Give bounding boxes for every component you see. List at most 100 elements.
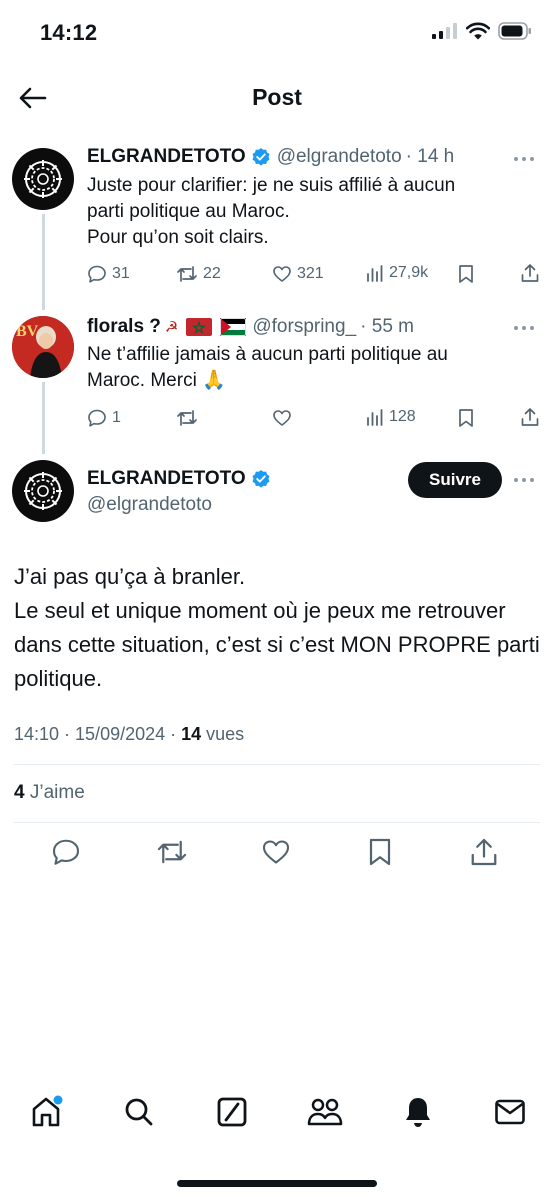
retweet-button[interactable]	[152, 832, 192, 872]
thread-line	[42, 214, 45, 310]
status-icons	[432, 22, 532, 40]
retweet-icon	[157, 840, 187, 864]
avatar[interactable]	[12, 148, 74, 210]
logo-icon	[24, 472, 62, 510]
analytics-icon	[367, 265, 383, 282]
post-meta: 14:10 · 15/09/2024 · 14 vues	[14, 724, 244, 745]
main-post-text: J’ai pas qu’ça à branler. Le seul et uni…	[14, 560, 544, 696]
tweet-body: Juste pour clarifier: je ne suis affilié…	[87, 173, 537, 251]
author-handle[interactable]: @forspring_	[252, 316, 356, 338]
tweet-body: Ne t’affilie jamais à aucun parti politi…	[87, 342, 537, 394]
more-options-button[interactable]	[514, 478, 534, 482]
tweet-time: · 55 m	[360, 316, 414, 337]
reply-button[interactable]	[46, 832, 86, 872]
analytics-icon	[367, 409, 383, 426]
divider	[14, 764, 540, 765]
tab-home[interactable]	[24, 1090, 68, 1134]
signal-icon	[432, 23, 457, 39]
tab-messages[interactable]	[488, 1090, 532, 1134]
like-button[interactable]: 321	[272, 264, 324, 284]
bookmark-icon	[459, 265, 473, 283]
views-button[interactable]: 27,9k	[366, 264, 428, 282]
bookmark-icon	[369, 838, 391, 866]
home-icon	[32, 1095, 63, 1127]
verified-badge-icon	[252, 470, 270, 488]
retweet-button[interactable]: 22	[176, 264, 221, 284]
bookmark-icon	[459, 409, 473, 427]
verified-badge-icon	[252, 148, 270, 166]
status-time: 14:12	[40, 20, 98, 45]
avatar[interactable]: BV	[12, 316, 74, 378]
retweet-icon	[177, 266, 197, 282]
post-timestamp: 14:10 · 15/09/2024 ·	[14, 724, 182, 744]
share-icon	[521, 408, 539, 426]
tweet-line: Ne t’affilie jamais à aucun parti politi…	[87, 344, 448, 365]
like-button[interactable]	[256, 832, 296, 872]
tweet-line: parti politique au Maroc.	[87, 201, 290, 222]
bookmark-button[interactable]	[457, 264, 475, 284]
tweet-line: Juste pour clarifier: je ne suis affilié…	[87, 175, 456, 196]
communities-icon	[307, 1098, 343, 1126]
main-post-author: ELGRANDETOTO	[87, 468, 277, 490]
reply-button[interactable]: 1	[87, 408, 121, 428]
tweet-line: Maroc. Merci 🙏	[87, 370, 226, 391]
tab-notifications[interactable]	[396, 1090, 440, 1134]
bookmark-button[interactable]	[457, 408, 475, 428]
tweet-line: Pour qu’on soit clairs.	[87, 227, 269, 248]
thread-line	[42, 382, 45, 454]
more-icon	[514, 157, 518, 161]
share-button[interactable]	[520, 263, 540, 283]
page-title: Post	[252, 84, 302, 110]
tab-communities[interactable]	[303, 1090, 347, 1134]
author-handle[interactable]: @elgrandetoto	[277, 146, 402, 168]
views-count: 128	[389, 408, 416, 425]
wifi-icon	[466, 22, 490, 40]
share-icon	[471, 838, 497, 866]
more-icon	[514, 326, 518, 330]
logo-icon	[24, 160, 62, 198]
retweet-button[interactable]	[176, 408, 198, 428]
messages-icon	[495, 1099, 525, 1125]
tweet-header: florals ? ☭ @forspring_ · 55 m	[87, 316, 507, 338]
tweet-header: ELGRANDETOTO @elgrandetoto · 14 h	[87, 146, 507, 168]
views-button[interactable]: 128	[366, 408, 416, 426]
palestine-flag-icon	[220, 318, 247, 336]
share-icon	[521, 264, 539, 282]
views-count: 14	[181, 724, 202, 744]
battery-icon	[498, 22, 531, 40]
author-handle[interactable]: @elgrandetoto	[87, 494, 212, 516]
like-count: 321	[297, 265, 324, 282]
reply-count: 31	[112, 265, 130, 282]
likes-summary[interactable]: 4 J’aime	[14, 782, 85, 804]
tab-grok[interactable]	[210, 1090, 254, 1134]
author-name[interactable]: florals ?	[87, 316, 161, 338]
reply-icon	[52, 839, 80, 865]
heart-icon	[273, 410, 291, 426]
avatar-photo: BV	[12, 316, 74, 378]
share-button[interactable]	[464, 832, 504, 872]
search-icon	[125, 1098, 153, 1126]
retweet-count: 22	[203, 265, 221, 282]
likes-label: J’aime	[24, 782, 85, 803]
author-name[interactable]: ELGRANDETOTO	[87, 146, 246, 168]
main-post-paragraph: J’ai pas qu’ça à branler.	[14, 564, 246, 589]
like-button[interactable]	[272, 408, 292, 428]
share-button[interactable]	[520, 407, 540, 427]
divider	[14, 822, 540, 823]
avatar[interactable]	[12, 460, 74, 522]
heart-icon	[262, 840, 290, 864]
reply-icon	[88, 409, 106, 427]
likes-count: 4	[14, 782, 25, 803]
reply-icon	[88, 265, 106, 283]
follow-button[interactable]: Suivre	[408, 462, 502, 498]
more-options-button[interactable]	[514, 157, 534, 161]
more-options-button[interactable]	[514, 326, 534, 330]
bookmark-button[interactable]	[360, 832, 400, 872]
tab-search[interactable]	[117, 1090, 161, 1134]
home-indicator[interactable]	[177, 1180, 377, 1187]
heart-icon	[273, 266, 291, 282]
more-icon	[514, 478, 518, 482]
reply-button[interactable]: 31	[87, 264, 130, 284]
author-name[interactable]: ELGRANDETOTO	[87, 468, 246, 490]
notifications-icon	[406, 1098, 430, 1127]
